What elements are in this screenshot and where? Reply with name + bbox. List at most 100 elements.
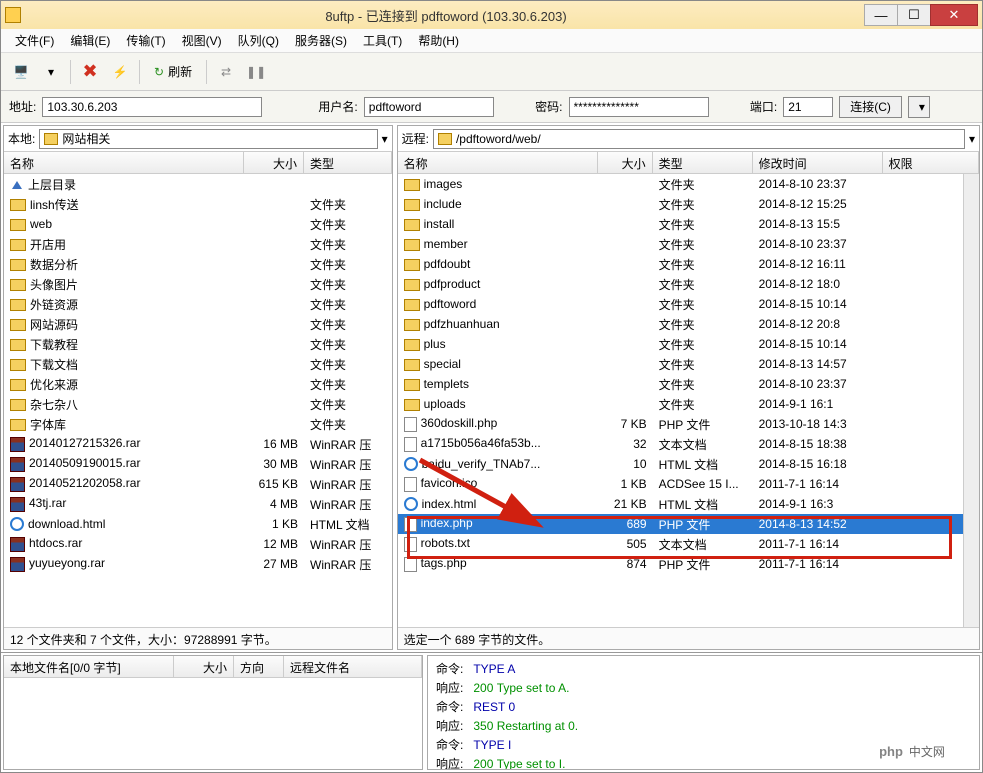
pause-button[interactable]: ❚❚ bbox=[242, 58, 270, 86]
menu-transfer[interactable]: 传输(T) bbox=[118, 30, 173, 51]
list-item[interactable]: pdftoword文件夹2014-8-15 10:14 bbox=[398, 294, 963, 314]
list-item[interactable]: uploads文件夹2014-9-1 16:1 bbox=[398, 394, 963, 414]
username-input[interactable] bbox=[364, 97, 494, 117]
minimize-button[interactable]: — bbox=[864, 4, 898, 26]
menu-view[interactable]: 视图(V) bbox=[174, 30, 230, 51]
menu-edit[interactable]: 编辑(E) bbox=[62, 30, 118, 51]
remote-path-combo[interactable]: /pdftoword/web/ bbox=[433, 129, 965, 149]
list-item[interactable]: index.html21 KBHTML 文档2014-9-1 16:3 bbox=[398, 494, 963, 514]
list-item[interactable]: linsh传送文件夹 bbox=[4, 194, 392, 214]
connect-button[interactable]: 连接(C) bbox=[839, 96, 902, 118]
col-perm[interactable]: 权限 bbox=[883, 152, 979, 173]
computer-icon: 🖥️ bbox=[14, 65, 29, 79]
list-item[interactable]: index.php689PHP 文件2014-8-13 14:52 bbox=[398, 514, 963, 534]
list-item[interactable]: 网站源码文件夹 bbox=[4, 314, 392, 334]
col-localname[interactable]: 本地文件名[0/0 字节] bbox=[4, 656, 174, 677]
addr-label: 地址: bbox=[9, 98, 36, 115]
list-item[interactable]: 优化来源文件夹 bbox=[4, 374, 392, 394]
list-item[interactable]: htdocs.rar12 MBWinRAR 压 bbox=[4, 534, 392, 554]
list-item[interactable]: robots.txt505文本文档2011-7-1 16:14 bbox=[398, 534, 963, 554]
list-item[interactable]: a1715b056a46fa53b...32文本文档2014-8-15 18:3… bbox=[398, 434, 963, 454]
local-path-combo[interactable]: 网站相关 bbox=[39, 129, 377, 149]
list-item[interactable]: pdfdoubt文件夹2014-8-12 16:11 bbox=[398, 254, 963, 274]
col-name[interactable]: 名称 bbox=[398, 152, 598, 173]
list-item[interactable]: 下载教程文件夹 bbox=[4, 334, 392, 354]
folder-icon bbox=[10, 259, 26, 271]
folder-icon bbox=[404, 399, 420, 411]
list-item[interactable]: baidu_verify_TNAb7...10HTML 文档2014-8-15 … bbox=[398, 454, 963, 474]
list-item[interactable]: yuyueyong.rar27 MBWinRAR 压 bbox=[4, 554, 392, 574]
list-item[interactable]: install文件夹2014-8-13 15:5 bbox=[398, 214, 963, 234]
list-item[interactable]: download.html1 KBHTML 文档 bbox=[4, 514, 392, 534]
watermark: php 中文网 bbox=[847, 733, 977, 769]
queue-list[interactable] bbox=[4, 678, 422, 769]
refresh-icon: ↻ bbox=[154, 65, 164, 79]
sitemanager-button[interactable]: 🖥️ bbox=[7, 58, 35, 86]
titlebar[interactable]: 8uftp - 已连接到 pdftoword (103.30.6.203) — … bbox=[1, 1, 982, 29]
list-item[interactable]: favicon.ico1 KBACDSee 15 I...2011-7-1 16… bbox=[398, 474, 963, 494]
list-item[interactable]: 20140521202058.rar615 KBWinRAR 压 bbox=[4, 474, 392, 494]
col-type[interactable]: 类型 bbox=[653, 152, 753, 173]
list-item[interactable]: 上层目录 bbox=[4, 174, 392, 194]
list-item[interactable]: 外链资源文件夹 bbox=[4, 294, 392, 314]
menu-file[interactable]: 文件(F) bbox=[7, 30, 62, 51]
close-button[interactable]: ✕ bbox=[930, 4, 978, 26]
list-item[interactable]: include文件夹2014-8-12 15:25 bbox=[398, 194, 963, 214]
pause-icon: ❚❚ bbox=[246, 65, 266, 79]
col-size[interactable]: 大小 bbox=[598, 152, 653, 173]
list-item[interactable]: 字体库文件夹 bbox=[4, 414, 392, 434]
col-remotename[interactable]: 远程文件名 bbox=[284, 656, 422, 677]
file-icon bbox=[404, 417, 417, 432]
col-size[interactable]: 大小 bbox=[244, 152, 304, 173]
folder-icon bbox=[404, 259, 420, 271]
list-item[interactable]: 数据分析文件夹 bbox=[4, 254, 392, 274]
list-item[interactable]: 杂七杂八文件夹 bbox=[4, 394, 392, 414]
list-item[interactable]: 20140509190015.rar30 MBWinRAR 压 bbox=[4, 454, 392, 474]
menu-help[interactable]: 帮助(H) bbox=[410, 30, 467, 51]
chevron-down-icon[interactable]: ▾ bbox=[382, 132, 388, 146]
list-item[interactable]: images文件夹2014-8-10 23:37 bbox=[398, 174, 963, 194]
transfer-mode-button[interactable]: ⇄ bbox=[212, 58, 240, 86]
local-status: 12 个文件夹和 7 个文件，大小：97288991 字节。 bbox=[4, 627, 392, 649]
disconnect-button[interactable]: ✖ bbox=[76, 58, 104, 86]
col-name[interactable]: 名称 bbox=[4, 152, 244, 173]
password-input[interactable] bbox=[569, 97, 709, 117]
list-item[interactable]: web文件夹 bbox=[4, 214, 392, 234]
port-input[interactable] bbox=[783, 97, 833, 117]
refresh-button[interactable]: ↻ 刷新 bbox=[145, 58, 201, 86]
list-item[interactable]: member文件夹2014-8-10 23:37 bbox=[398, 234, 963, 254]
list-item[interactable]: plus文件夹2014-8-15 10:14 bbox=[398, 334, 963, 354]
connect-dropdown-button[interactable]: ▾ bbox=[908, 96, 930, 118]
list-item[interactable]: pdfzhuanhuan文件夹2014-8-12 20:8 bbox=[398, 314, 963, 334]
maximize-button[interactable]: ☐ bbox=[897, 4, 931, 26]
list-item[interactable]: templets文件夹2014-8-10 23:37 bbox=[398, 374, 963, 394]
chevron-down-icon[interactable]: ▾ bbox=[969, 132, 975, 146]
dropdown-button[interactable]: ▾ bbox=[37, 58, 65, 86]
list-item[interactable]: 下载文档文件夹 bbox=[4, 354, 392, 374]
list-item[interactable]: 43tj.rar4 MBWinRAR 压 bbox=[4, 494, 392, 514]
menu-queue[interactable]: 队列(Q) bbox=[230, 30, 287, 51]
folder-icon bbox=[404, 239, 420, 251]
col-dir[interactable]: 方向 bbox=[234, 656, 284, 677]
remote-file-list[interactable]: images文件夹2014-8-10 23:37include文件夹2014-8… bbox=[398, 174, 963, 627]
col-date[interactable]: 修改时间 bbox=[753, 152, 883, 173]
list-item[interactable]: tags.php874PHP 文件2011-7-1 16:14 bbox=[398, 554, 963, 574]
archive-icon bbox=[10, 457, 25, 472]
list-item[interactable]: 20140127215326.rar16 MBWinRAR 压 bbox=[4, 434, 392, 454]
list-item[interactable]: 开店用文件夹 bbox=[4, 234, 392, 254]
folder-icon bbox=[10, 359, 26, 371]
col-type[interactable]: 类型 bbox=[304, 152, 392, 173]
host-input[interactable] bbox=[42, 97, 262, 117]
col-size[interactable]: 大小 bbox=[174, 656, 234, 677]
menu-server[interactable]: 服务器(S) bbox=[287, 30, 355, 51]
list-item[interactable]: special文件夹2014-8-13 14:57 bbox=[398, 354, 963, 374]
folder-icon bbox=[10, 319, 26, 331]
reconnect-button[interactable]: ⚡ bbox=[106, 58, 134, 86]
list-item[interactable]: 360doskill.php7 KBPHP 文件2013-10-18 14:3 bbox=[398, 414, 963, 434]
local-file-list[interactable]: 上层目录linsh传送文件夹web文件夹开店用文件夹数据分析文件夹头像图片文件夹… bbox=[4, 174, 392, 627]
scrollbar[interactable] bbox=[963, 174, 979, 627]
folder-icon bbox=[10, 399, 26, 411]
list-item[interactable]: pdfproduct文件夹2014-8-12 18:0 bbox=[398, 274, 963, 294]
menu-tools[interactable]: 工具(T) bbox=[355, 30, 410, 51]
list-item[interactable]: 头像图片文件夹 bbox=[4, 274, 392, 294]
